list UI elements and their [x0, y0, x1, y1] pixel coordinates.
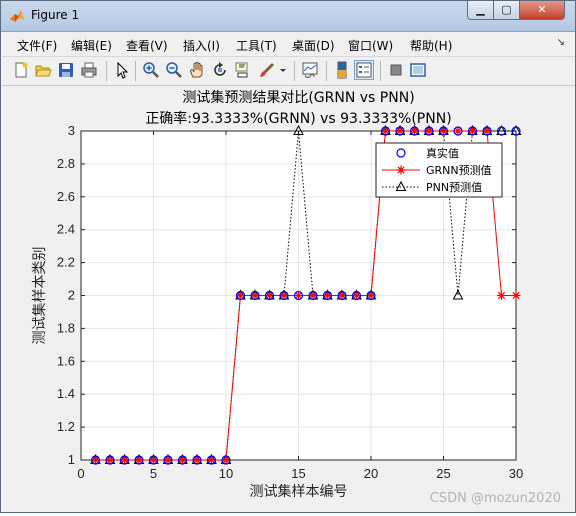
- save-icon[interactable]: [57, 61, 75, 79]
- x-tick-label: 0: [77, 466, 84, 481]
- toolbar-separator: [326, 61, 327, 81]
- toolbar-separator: [294, 61, 295, 81]
- legend-label: PNN预测值: [426, 181, 482, 194]
- toolbar: [2, 57, 575, 86]
- brush-icon[interactable]: [258, 61, 276, 79]
- x-tick-label: 30: [509, 466, 523, 481]
- x-tick-label: 15: [291, 466, 305, 481]
- figure-window: Figure 1 ▁ ▢ ✕ 文件(F) 编辑(E) 查看(V) 插入(I) 工…: [0, 0, 576, 513]
- pan-hand-icon[interactable]: [188, 61, 206, 79]
- y-tick-label: 2.8: [57, 156, 75, 171]
- y-tick-label: 2.2: [57, 255, 75, 270]
- zoom-in-icon[interactable]: [142, 61, 160, 79]
- menu-window[interactable]: 窗口(W): [348, 37, 393, 54]
- maximize-button[interactable]: ▢: [493, 1, 520, 20]
- title-bar[interactable]: Figure 1 ▁ ▢ ✕: [1, 1, 575, 32]
- y-tick-label: 1.4: [57, 386, 75, 401]
- toolbar-separator: [106, 61, 107, 81]
- colorbar-icon[interactable]: [333, 61, 351, 79]
- menu-desktop[interactable]: 桌面(D): [292, 37, 335, 54]
- close-button[interactable]: ✕: [519, 1, 565, 20]
- figure-canvas: 0 5 10 15 20 25 30 1 1.2 1.4 1.6 1.8 2 2.2 2.4 2.6 2.8 3 测…: [2, 86, 575, 512]
- legend-label: GRNN预测值: [426, 164, 492, 177]
- dropdown-arrow-icon[interactable]: [278, 61, 288, 79]
- legend-label: 真实值: [426, 146, 459, 160]
- chart-title: 测试集预测结果对比(GRNN vs PNN): [182, 89, 414, 106]
- toolbar-separator: [135, 61, 136, 81]
- watermark: CSDN @mozun2020: [429, 491, 561, 506]
- y-tick-label: 2: [68, 288, 75, 303]
- x-axis-label: 测试集样本编号: [250, 483, 348, 500]
- hide-plot-tools-icon[interactable]: [387, 61, 405, 79]
- show-plot-tools-icon[interactable]: [409, 61, 427, 79]
- menu-tools[interactable]: 工具(T): [236, 37, 277, 54]
- legend-marker: [396, 165, 406, 175]
- y-tick-label: 1.6: [57, 353, 75, 368]
- menu-edit[interactable]: 编辑(E): [71, 37, 112, 54]
- window-title: Figure 1: [31, 8, 80, 22]
- y-tick-label: 1.2: [57, 419, 75, 434]
- minimize-button[interactable]: ▁: [467, 1, 494, 20]
- matlab-logo-icon: [10, 10, 24, 22]
- chart-subtitle: 正确率:93.3333%(GRNN) vs 93.3333%(PNN): [145, 110, 451, 127]
- menu-view[interactable]: 查看(V): [126, 37, 168, 54]
- y-axis-label: 测试集样本类别: [31, 247, 48, 345]
- zoom-out-icon[interactable]: [165, 61, 183, 79]
- legend-icon[interactable]: [354, 60, 374, 80]
- rotate-3d-icon[interactable]: [211, 61, 229, 79]
- menu-bar: 文件(F) 编辑(E) 查看(V) 插入(I) 工具(T) 桌面(D) 窗口(W…: [2, 32, 575, 57]
- toolbar-separator: [380, 61, 381, 81]
- x-tick-label: 5: [150, 466, 157, 481]
- print-icon[interactable]: [80, 61, 98, 79]
- menu-help[interactable]: 帮助(H): [410, 37, 452, 54]
- y-tick-label: 2.4: [57, 222, 75, 237]
- y-tick-label: 3: [68, 123, 75, 138]
- y-tick-label: 1: [68, 452, 75, 467]
- open-file-icon[interactable]: [34, 61, 52, 79]
- menu-dock-arrow-icon[interactable]: ↘: [557, 37, 565, 48]
- x-tick-label: 10: [219, 466, 233, 481]
- x-tick-label: 20: [364, 466, 378, 481]
- link-plot-icon[interactable]: [301, 61, 319, 79]
- y-tick-label: 1.8: [57, 320, 75, 335]
- y-tick-label: 2.6: [57, 189, 75, 204]
- x-tick-label: 25: [436, 466, 450, 481]
- chart-svg[interactable]: 0 5 10 15 20 25 30 1 1.2 1.4 1.6 1.8 2 2.2 2.4 2.6 2.8 3 测…: [2, 86, 575, 512]
- menu-file[interactable]: 文件(F): [17, 37, 57, 54]
- menu-insert[interactable]: 插入(I): [183, 37, 220, 54]
- new-figure-icon[interactable]: [12, 61, 30, 79]
- edit-plot-arrow-icon[interactable]: [113, 61, 131, 79]
- data-point-series-1: [497, 291, 506, 300]
- data-cursor-icon[interactable]: [234, 61, 252, 79]
